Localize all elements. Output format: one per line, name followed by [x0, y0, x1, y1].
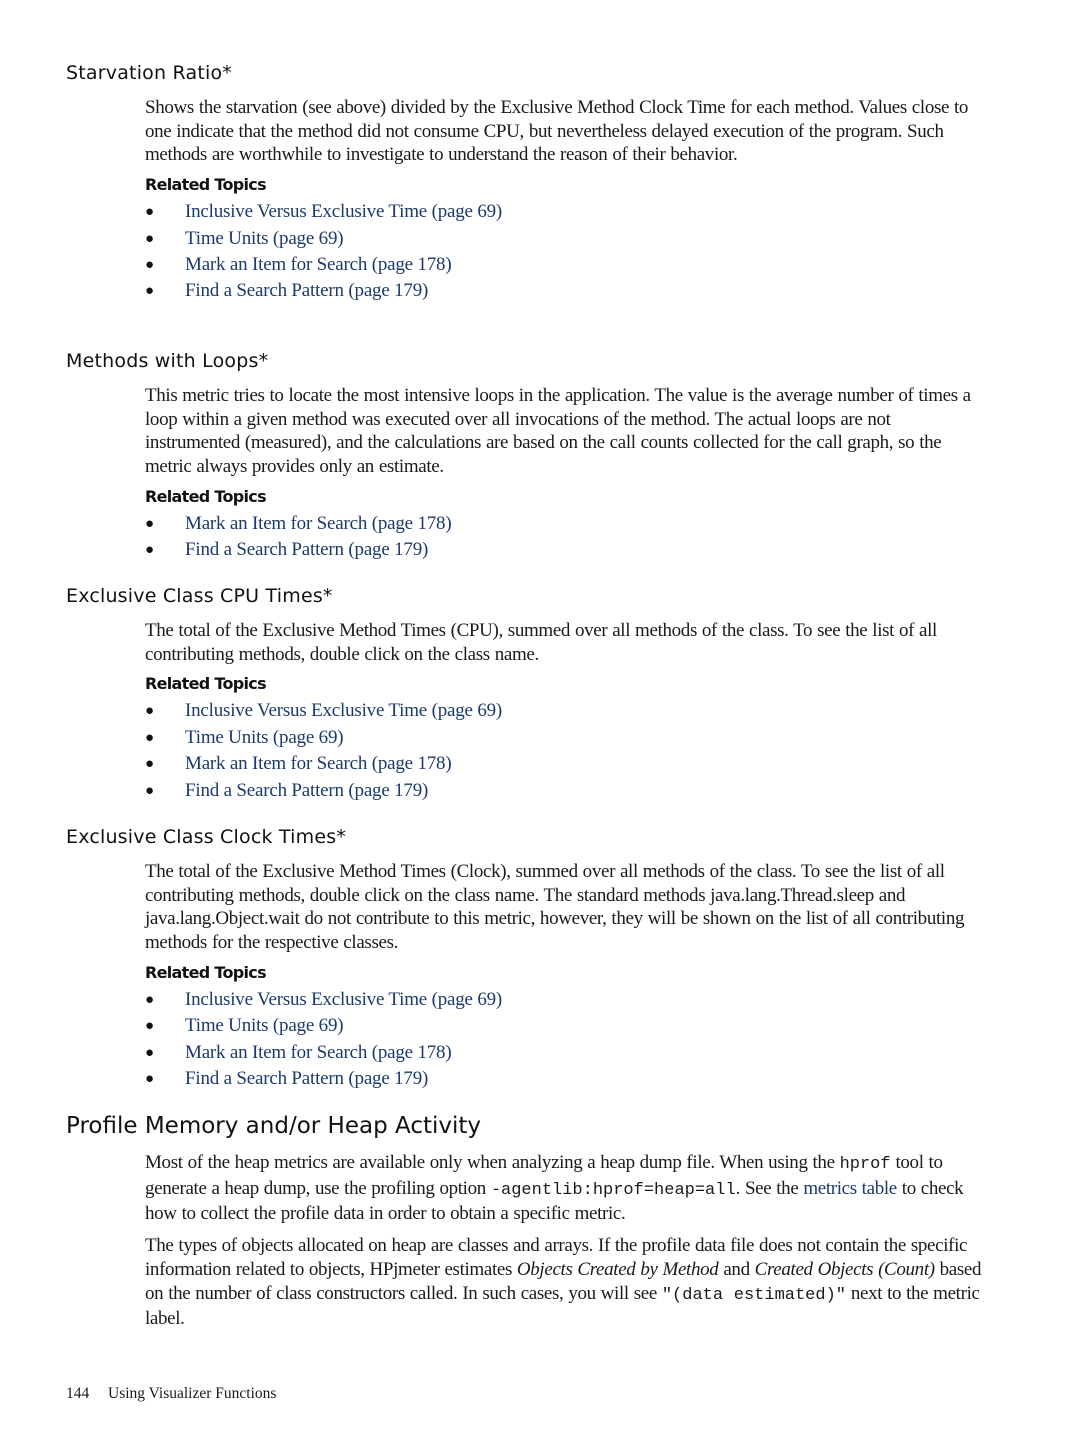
related-topics-label: Related Topics: [145, 962, 267, 982]
related-topic-link[interactable]: Find a Search Pattern (page 179): [185, 537, 428, 563]
related-topic-link[interactable]: Time Units (page 69): [185, 725, 344, 751]
list-item: ● Mark an Item for Search (page 178): [145, 751, 987, 777]
section-body-starvation-ratio: Shows the starvation (see above) divided…: [145, 96, 987, 305]
emphasis-created-objects-count: Created Objects (Count): [754, 1258, 935, 1280]
bullet-icon: ●: [145, 515, 155, 532]
section-paragraph: This metric tries to locate the most int…: [145, 385, 971, 478]
related-topics-label: Related Topics: [145, 175, 267, 195]
related-topics-list: ● Mark an Item for Search (page 178) ● Fin…: [145, 511, 987, 564]
code-data-estimated: "(data estimated)": [661, 1285, 846, 1305]
bullet-icon: ●: [145, 230, 155, 247]
section-body-methods-with-loops: This metric tries to locate the most int…: [145, 384, 987, 564]
code-hprof: hprof: [839, 1155, 891, 1174]
bullet-icon: ●: [145, 703, 155, 720]
text-run: Most of the heap metrics are available o…: [145, 1152, 840, 1173]
related-topics-list: ● Inclusive Versus Exclusive Time (page 6…: [145, 199, 987, 305]
chapter-title: Using Visualizer Functions: [108, 1385, 277, 1402]
related-topic-link[interactable]: Inclusive Versus Exclusive Time (page 69…: [185, 199, 502, 225]
section-heading-starvation-ratio: Starvation Ratio*: [66, 62, 232, 84]
related-topic-link[interactable]: Time Units (page 69): [185, 1013, 344, 1039]
list-item: ● Inclusive Versus Exclusive Time (page 6…: [145, 199, 987, 225]
related-topic-link[interactable]: Find a Search Pattern (page 179): [185, 1066, 428, 1092]
bullet-icon: ●: [145, 256, 155, 273]
related-topics-list: ● Inclusive Versus Exclusive Time (page 6…: [145, 698, 987, 804]
section-heading-methods-with-loops: Methods with Loops*: [66, 350, 269, 372]
list-item: ● Find a Search Pattern (page 179): [145, 778, 987, 804]
document-page: Starvation Ratio* Shows the starvation (…: [0, 0, 1080, 1438]
bullet-icon: ●: [145, 204, 155, 221]
heap-paragraph-2: The types of objects allocated on heap a…: [145, 1234, 987, 1331]
list-item: ● Mark an Item for Search (page 178): [145, 252, 987, 278]
list-item: ● Time Units (page 69): [145, 226, 987, 252]
text-run: . See the: [735, 1177, 804, 1199]
section-heading-exclusive-class-clock-times: Exclusive Class Clock Times*: [66, 826, 347, 848]
related-topics-label: Related Topics: [145, 674, 267, 694]
related-topic-link[interactable]: Time Units (page 69): [185, 226, 344, 252]
section-heading-profile-memory-heap: Profile Memory and/or Heap Activity: [66, 1113, 481, 1139]
heap-paragraph-1: Most of the heap metrics are available o…: [145, 1151, 987, 1226]
emphasis-objects-created-by-method: Objects Created by Method: [516, 1258, 719, 1280]
text-run: and: [718, 1258, 755, 1280]
related-topics-label: Related Topics: [145, 486, 267, 506]
bullet-icon: ●: [145, 1070, 155, 1087]
bullet-icon: ●: [145, 1044, 155, 1061]
list-item: ● Find a Search Pattern (page 179): [145, 278, 987, 304]
metrics-table-link[interactable]: metrics table: [803, 1178, 897, 1199]
section-body-exclusive-class-clock-times: The total of the Exclusive Method Times …: [145, 860, 987, 1092]
bullet-icon: ●: [145, 782, 155, 799]
related-topic-link[interactable]: Find a Search Pattern (page 179): [185, 278, 428, 304]
bullet-icon: ●: [145, 1018, 155, 1035]
section-body-exclusive-class-cpu-times: The total of the Exclusive Method Times …: [145, 619, 987, 804]
list-item: ● Find a Search Pattern (page 179): [145, 537, 987, 563]
bullet-icon: ●: [145, 283, 155, 300]
related-topic-link[interactable]: Inclusive Versus Exclusive Time (page 69…: [185, 698, 502, 724]
list-item: ● Time Units (page 69): [145, 725, 987, 751]
bullet-icon: ●: [145, 542, 155, 559]
related-topic-link[interactable]: Mark an Item for Search (page 178): [185, 751, 452, 777]
related-topic-link[interactable]: Find a Search Pattern (page 179): [185, 778, 428, 804]
page-footer: 144 Using Visualizer Functions: [66, 1385, 276, 1403]
bullet-icon: ●: [145, 991, 155, 1008]
bullet-icon: ●: [145, 756, 155, 773]
section-body-profile-memory-heap: Most of the heap metrics are available o…: [145, 1151, 987, 1331]
list-item: ● Inclusive Versus Exclusive Time (page 6…: [145, 987, 987, 1013]
section-paragraph: The total of the Exclusive Method Times …: [145, 861, 965, 954]
list-item: ● Time Units (page 69): [145, 1013, 987, 1039]
code-agentlib-option: -agentlib:hprof=heap=all: [490, 1180, 736, 1200]
page-number: 144: [66, 1385, 90, 1402]
list-item: ● Find a Search Pattern (page 179): [145, 1066, 987, 1092]
section-paragraph: The total of the Exclusive Method Times …: [145, 620, 937, 665]
related-topic-link[interactable]: Mark an Item for Search (page 178): [185, 1040, 452, 1066]
related-topic-link[interactable]: Mark an Item for Search (page 178): [185, 252, 452, 278]
related-topics-list: ● Inclusive Versus Exclusive Time (page 6…: [145, 987, 987, 1093]
related-topic-link[interactable]: Mark an Item for Search (page 178): [185, 511, 452, 537]
related-topic-link[interactable]: Inclusive Versus Exclusive Time (page 69…: [185, 987, 502, 1013]
bullet-icon: ●: [145, 729, 155, 746]
section-paragraph: Shows the starvation (see above) divided…: [145, 97, 969, 166]
list-item: ● Mark an Item for Search (page 178): [145, 1040, 987, 1066]
list-item: ● Inclusive Versus Exclusive Time (page 6…: [145, 698, 987, 724]
list-item: ● Mark an Item for Search (page 178): [145, 511, 987, 537]
section-heading-exclusive-class-cpu-times: Exclusive Class CPU Times*: [66, 585, 333, 607]
